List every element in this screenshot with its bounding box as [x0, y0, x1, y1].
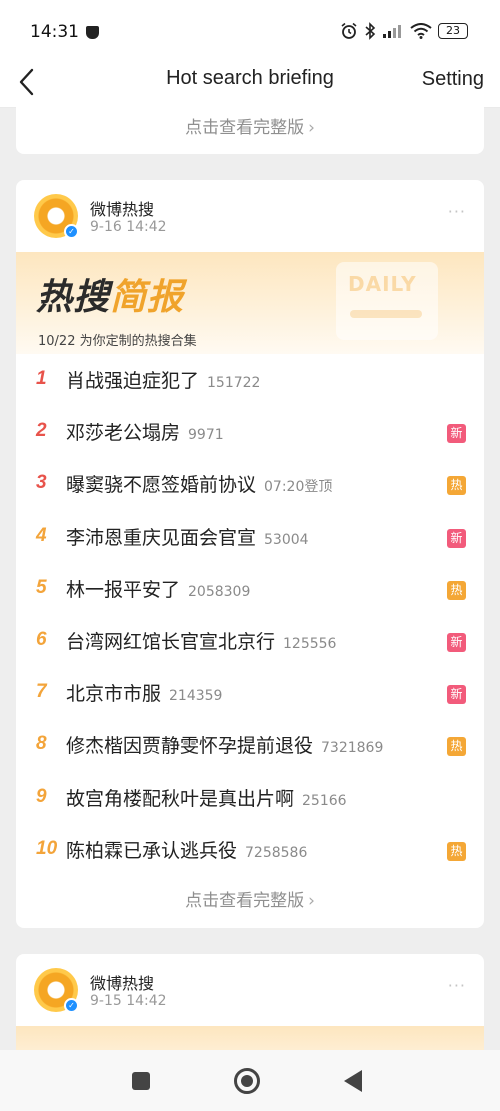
rank-number: 3: [36, 472, 47, 494]
chevron-right-icon: ›: [308, 118, 315, 138]
rank-number: 5: [36, 576, 47, 598]
hot-search-count: 25166: [302, 792, 347, 809]
briefing-card: ✓ 微博热搜 9-16 14:42 ··· DAILY 热搜简报 10/22 为…: [16, 180, 484, 928]
system-nav-bar: [0, 1050, 500, 1111]
hot-search-item[interactable]: 9 故宫角楼配秋叶是真出片啊 25166: [16, 774, 484, 826]
status-bar: 14:31 23: [0, 0, 500, 60]
hot-search-title-row: 曝窦骁不愿签婚前协议 07:20登顶: [66, 470, 332, 497]
rank-number: 6: [36, 628, 47, 650]
hot-search-count: 7321869: [321, 740, 384, 757]
hot-search-title: 台湾网红馆长官宣北京行: [66, 630, 276, 653]
shield-icon: [86, 26, 99, 39]
status-time: 14:31: [30, 22, 79, 42]
rank-number: 4: [36, 524, 47, 546]
signal-icon: [383, 25, 401, 38]
hot-search-list: 1 肖战强迫症犯了 151722 2 邓莎老公塌房 9971 新 3 曝窦骁不愿签婚前协议 07:…: [16, 356, 484, 878]
rank-number: 1: [36, 368, 47, 389]
hot-badge: 热: [447, 476, 466, 496]
hot-search-title: 曝窦骁不愿签婚前协议: [66, 474, 257, 497]
hot-search-title: 林一报平安了: [66, 578, 181, 601]
daily-label: DAILY: [348, 272, 417, 296]
card-timestamp: 9-16 14:42: [90, 219, 167, 235]
hot-search-title-row: 陈柏霖已承认逃兵役 7258586: [66, 836, 307, 863]
view-full-version-link[interactable]: 点击查看完整版 ›: [16, 113, 484, 138]
hot-badge: 热: [447, 841, 466, 861]
more-options-icon[interactable]: ···: [448, 202, 466, 221]
hot-search-item[interactable]: 6 台湾网红馆长官宣北京行 125556 新: [16, 617, 484, 669]
banner-title-part1: 热搜: [36, 277, 111, 318]
alarm-icon: [341, 22, 357, 39]
new-badge: 新: [447, 424, 466, 444]
hot-search-title-row: 肖战强迫症犯了 151722: [66, 366, 260, 393]
bluetooth-icon: [365, 22, 376, 40]
card-timestamp: 9-15 14:42: [90, 993, 167, 1009]
rank-number: 10: [36, 837, 58, 859]
daily-decoration: DAILY: [336, 262, 438, 340]
hot-badge: 热: [447, 580, 466, 600]
hot-search-title: 陈柏霖已承认逃兵役: [66, 839, 238, 862]
briefing-card-previous: 点击查看完整版 ›: [16, 100, 484, 154]
more-options-icon[interactable]: ···: [448, 976, 466, 995]
source-name: 微博热搜: [90, 200, 155, 219]
hot-search-title: 北京市市服: [66, 683, 162, 706]
status-icons: 23: [340, 22, 468, 40]
hot-search-count: 151722: [207, 375, 261, 391]
hot-search-count: 9971: [188, 427, 224, 444]
new-badge: 新: [447, 528, 466, 548]
hot-search-item[interactable]: 7 北京市市服 214359 新: [16, 669, 484, 721]
setting-button[interactable]: Setting: [422, 68, 484, 91]
hot-badge: 热: [447, 737, 466, 757]
card-source-row: ✓ 微博热搜 9-15 14:42 ···: [34, 968, 466, 1014]
battery-icon: 23: [438, 23, 468, 39]
hot-search-title-row: 修杰楷因贾静雯怀孕提前退役 7321869: [66, 731, 383, 758]
hot-search-title: 修杰楷因贾静雯怀孕提前退役: [66, 735, 314, 758]
hot-search-title: 邓莎老公塌房: [66, 422, 181, 445]
hot-search-item[interactable]: 10 陈柏霖已承认逃兵役 7258586 热: [16, 826, 484, 878]
hot-search-item[interactable]: 1 肖战强迫症犯了 151722: [16, 356, 484, 408]
new-badge: 新: [447, 685, 466, 705]
card-source-row: ✓ 微博热搜 9-16 14:42 ···: [34, 194, 466, 240]
hot-search-item[interactable]: 4 李沛恩重庆见面会官宣 53004 新: [16, 513, 484, 565]
rank-number: 7: [36, 681, 47, 703]
hot-search-title: 李沛恩重庆见面会官宣: [66, 526, 257, 549]
wifi-icon: [410, 23, 432, 39]
daily-bar-decoration: [350, 310, 422, 318]
hot-search-item[interactable]: 5 林一报平安了 2058309 热: [16, 565, 484, 617]
rank-number: 9: [36, 785, 47, 807]
view-full-label: 点击查看完整版: [185, 118, 305, 138]
hot-search-count: 125556: [283, 635, 337, 652]
hot-search-item[interactable]: 8 修杰楷因贾静雯怀孕提前退役 7321869 热: [16, 721, 484, 773]
banner-title: 热搜简报: [36, 268, 184, 320]
hot-search-count: 53004: [264, 531, 309, 548]
hot-search-item[interactable]: 3 曝窦骁不愿签婚前协议 07:20登顶 热: [16, 460, 484, 512]
hot-search-title-row: 邓莎老公塌房 9971: [66, 418, 224, 445]
chevron-right-icon: ›: [308, 891, 315, 911]
hot-search-count: 07:20登顶: [264, 479, 333, 496]
hot-search-title-row: 李沛恩重庆见面会官宣 53004: [66, 523, 309, 550]
hot-search-title-row: 故宫角楼配秋叶是真出片啊 25166: [66, 784, 347, 811]
hot-search-count: 214359: [169, 688, 223, 705]
hot-search-title: 故宫角楼配秋叶是真出片啊: [66, 787, 295, 810]
back-triangle-icon[interactable]: [344, 1070, 362, 1092]
view-full-label: 点击查看完整版: [185, 891, 305, 911]
new-badge: 新: [447, 632, 466, 652]
hot-search-title-row: 林一报平安了 2058309: [66, 575, 250, 602]
hot-search-count: 2058309: [188, 583, 251, 600]
home-icon[interactable]: [234, 1068, 260, 1094]
hot-search-title-row: 台湾网红馆长官宣北京行 125556: [66, 627, 336, 654]
hot-search-count: 7258586: [245, 844, 308, 861]
recent-apps-icon[interactable]: [132, 1072, 150, 1090]
source-name: 微博热搜: [90, 974, 155, 993]
hot-search-title-row: 北京市市服 214359: [66, 679, 222, 706]
rank-number: 8: [36, 733, 47, 755]
banner-subtitle: 10/22 为你定制的热搜合集: [38, 334, 197, 349]
hot-search-item[interactable]: 2 邓莎老公塌房 9971 新: [16, 408, 484, 460]
banner-title-part2: 简报: [110, 277, 185, 318]
hot-search-banner: DAILY 热搜简报 10/22 为你定制的热搜合集: [16, 252, 484, 354]
verified-badge-icon: ✓: [64, 998, 79, 1013]
view-full-version-link[interactable]: 点击查看完整版 ›: [16, 886, 484, 911]
rank-number: 2: [36, 420, 47, 442]
hot-search-title: 肖战强迫症犯了: [66, 370, 200, 392]
verified-badge-icon: ✓: [64, 224, 79, 239]
